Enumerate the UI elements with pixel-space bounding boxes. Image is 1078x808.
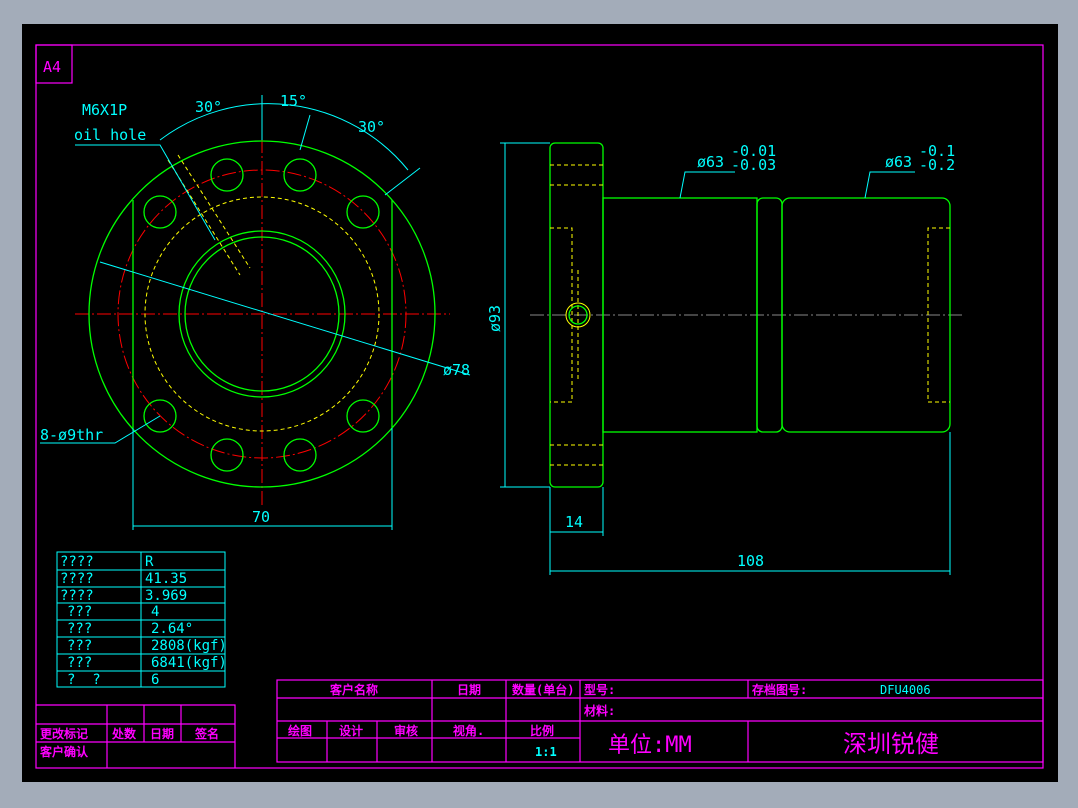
scale-value: 1:1 xyxy=(535,745,557,759)
body-diameter-1: ø63 xyxy=(697,153,724,171)
spec-label: ??? xyxy=(67,638,92,654)
material-label: 材料: xyxy=(583,703,615,718)
spec-value: 6841(kgf) xyxy=(151,655,227,671)
spec-value: 6 xyxy=(151,672,159,688)
holes-label: 8-ø9thr xyxy=(40,426,103,444)
length-dimension: 108 xyxy=(737,552,764,570)
spec-value: 2808(kgf) xyxy=(151,638,227,654)
spec-label: ??? xyxy=(67,604,92,620)
body-diameter-2-lower-tol: -0.2 xyxy=(919,156,955,174)
customer-confirm-label: 客户确认 xyxy=(39,744,89,759)
change-mark-header: 更改标记 xyxy=(40,726,88,741)
signature-header: 签名 xyxy=(194,726,219,741)
spec-value: R xyxy=(145,554,154,570)
spec-label: ???? xyxy=(60,571,94,587)
sheet-size-label: A4 xyxy=(43,58,61,76)
company-name: 深圳锐健 xyxy=(843,730,939,758)
thread-label: M6X1P xyxy=(82,101,127,119)
angle-label-3: 30° xyxy=(358,118,385,136)
unit-label: 单位:MM xyxy=(608,733,692,758)
spec-label: ??? xyxy=(67,621,92,637)
spec-label: ??? xyxy=(67,655,92,671)
revision-date-header: 日期 xyxy=(150,726,174,741)
drawn-header: 绘图 xyxy=(288,723,312,738)
quantity-header: 数量(单台) xyxy=(512,682,574,697)
spec-label: ???? xyxy=(60,588,94,604)
flange-diameter-dimension: ø93 xyxy=(486,305,504,332)
angle-label-1: 30° xyxy=(195,98,222,116)
count-header: 处数 xyxy=(111,726,137,741)
body-diameter-2: ø63 xyxy=(885,153,912,171)
pcd-label: ø78 xyxy=(443,361,470,379)
spec-value: 3.969 xyxy=(145,588,187,604)
scale-header: 比例 xyxy=(530,723,554,738)
spec-value: 2.64° xyxy=(151,621,193,637)
view-angle-header: 视角. xyxy=(453,723,484,738)
spec-value: 41.35 xyxy=(145,571,187,587)
review-header: 审核 xyxy=(394,723,418,738)
model-label: 型号: xyxy=(584,682,615,697)
body-diameter-1-lower-tol: -0.03 xyxy=(731,156,776,174)
flange-thickness-dimension: 14 xyxy=(565,513,583,531)
archive-number-label: 存档图号: xyxy=(751,682,807,697)
customer-name-header: 客户名称 xyxy=(329,682,378,697)
design-header: 设计 xyxy=(339,723,363,738)
angle-label-2: 15° xyxy=(280,92,307,110)
oil-hole-label: oil hole xyxy=(74,126,146,144)
cad-drawing[interactable]: A4 M6X1P oil hole 30° 15° 30° ø78 8-ø9th… xyxy=(0,0,1078,808)
spec-label: ? ? xyxy=(67,672,101,688)
archive-number-value: DFU4006 xyxy=(880,683,931,697)
date-header: 日期 xyxy=(457,682,481,697)
spec-label: ???? xyxy=(60,554,94,570)
width-dimension: 70 xyxy=(252,508,270,526)
spec-value: 4 xyxy=(151,604,159,620)
